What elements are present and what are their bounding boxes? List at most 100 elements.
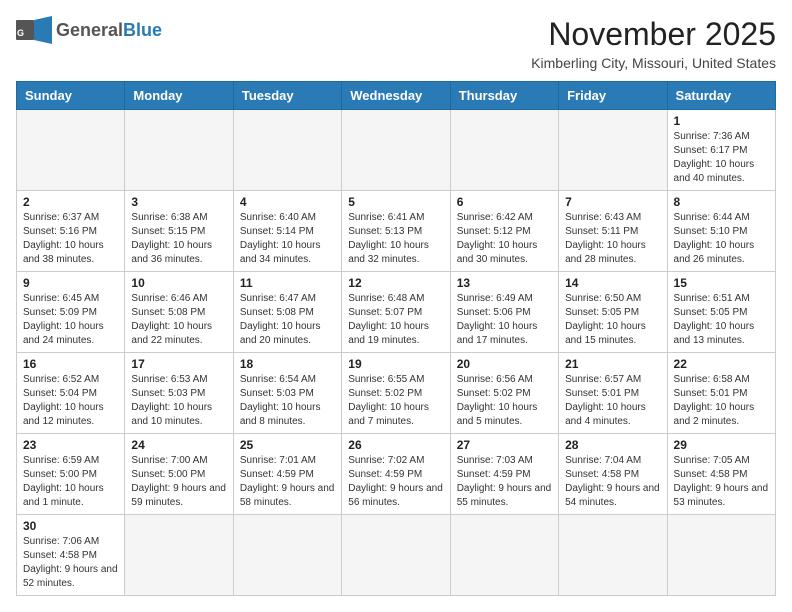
calendar-cell: 11Sunrise: 6:47 AM Sunset: 5:08 PM Dayli… [233,272,341,353]
calendar-week-4: 16 Sunrise: 6:52 AM Sunset: 5:04 PM Dayli… [17,353,776,434]
calendar-cell: 9Sunrise: 6:45 AM Sunset: 5:09 PM Daylig… [17,272,125,353]
weekday-header-wednesday: Wednesday [342,82,450,110]
calendar-cell [125,110,233,191]
logo-general: General [56,20,123,40]
calendar-cell [125,515,233,596]
logo-blue: Blue [123,20,162,40]
day-info: Sunrise: 6:41 AM Sunset: 5:13 PM Dayligh… [348,211,443,267]
calendar-cell: 15 Sunrise: 6:51 AM Sunset: 5:05 PM Dayli… [667,272,775,353]
day-number: 13 [457,276,552,290]
calendar-cell: 1Sunrise: 7:36 AM Sunset: 6:17 PM Daylig… [667,110,775,191]
calendar-cell: 12Sunrise: 6:48 AM Sunset: 5:07 PM Dayli… [342,272,450,353]
calendar-cell: 8 Sunrise: 6:44 AM Sunset: 5:10 PM Daylig… [667,191,775,272]
day-info: Sunrise: 7:05 AM Sunset: 4:58 PM Dayligh… [674,454,769,510]
calendar-cell: 2 Sunrise: 6:37 AM Sunset: 5:16 PM Daylig… [17,191,125,272]
calendar-cell: 20Sunrise: 6:56 AM Sunset: 5:02 PM Dayli… [450,353,558,434]
day-number: 25 [240,438,335,452]
day-number: 7 [565,195,660,209]
day-info: Sunrise: 6:54 AM Sunset: 5:03 PM Dayligh… [240,373,335,429]
day-number: 6 [457,195,552,209]
calendar-week-6: 30 Sunrise: 7:06 AM Sunset: 4:58 PM Dayli… [17,515,776,596]
weekday-header-friday: Friday [559,82,667,110]
calendar-week-3: 9Sunrise: 6:45 AM Sunset: 5:09 PM Daylig… [17,272,776,353]
calendar-cell: 19Sunrise: 6:55 AM Sunset: 5:02 PM Dayli… [342,353,450,434]
day-number: 26 [348,438,443,452]
day-info: Sunrise: 6:47 AM Sunset: 5:08 PM Dayligh… [240,292,335,348]
day-info: Sunrise: 7:01 AM Sunset: 4:59 PM Dayligh… [240,454,335,510]
calendar-cell: 29 Sunrise: 7:05 AM Sunset: 4:58 PM Dayli… [667,434,775,515]
day-number: 22 [674,357,769,371]
calendar-cell: 30 Sunrise: 7:06 AM Sunset: 4:58 PM Dayli… [17,515,125,596]
day-info: Sunrise: 6:38 AM Sunset: 5:15 PM Dayligh… [131,211,226,267]
day-info: Sunrise: 6:37 AM Sunset: 5:16 PM Dayligh… [23,211,118,267]
day-info: Sunrise: 6:51 AM Sunset: 5:05 PM Dayligh… [674,292,769,348]
day-number: 14 [565,276,660,290]
calendar-cell: 13Sunrise: 6:49 AM Sunset: 5:06 PM Dayli… [450,272,558,353]
day-info: Sunrise: 7:06 AM Sunset: 4:58 PM Dayligh… [23,535,118,591]
day-info: Sunrise: 6:58 AM Sunset: 5:01 PM Dayligh… [674,373,769,429]
calendar-cell: 6 Sunrise: 6:42 AM Sunset: 5:12 PM Daylig… [450,191,558,272]
weekday-header-saturday: Saturday [667,82,775,110]
calendar-cell: 7 Sunrise: 6:43 AM Sunset: 5:11 PM Daylig… [559,191,667,272]
logo-icon: G [16,16,52,44]
day-info: Sunrise: 6:40 AM Sunset: 5:14 PM Dayligh… [240,211,335,267]
day-info: Sunrise: 7:03 AM Sunset: 4:59 PM Dayligh… [457,454,552,510]
day-info: Sunrise: 6:55 AM Sunset: 5:02 PM Dayligh… [348,373,443,429]
calendar-cell: 4 Sunrise: 6:40 AM Sunset: 5:14 PM Daylig… [233,191,341,272]
day-number: 21 [565,357,660,371]
day-number: 20 [457,357,552,371]
day-number: 16 [23,357,118,371]
calendar-cell [559,515,667,596]
day-info: Sunrise: 6:44 AM Sunset: 5:10 PM Dayligh… [674,211,769,267]
day-number: 12 [348,276,443,290]
logo: G GeneralBlue [16,16,162,44]
day-number: 24 [131,438,226,452]
calendar-cell: 27Sunrise: 7:03 AM Sunset: 4:59 PM Dayli… [450,434,558,515]
calendar-table: SundayMondayTuesdayWednesdayThursdayFrid… [16,81,776,596]
weekday-header-thursday: Thursday [450,82,558,110]
calendar-cell: 17Sunrise: 6:53 AM Sunset: 5:03 PM Dayli… [125,353,233,434]
weekday-header-monday: Monday [125,82,233,110]
calendar-cell: 5 Sunrise: 6:41 AM Sunset: 5:13 PM Daylig… [342,191,450,272]
day-info: Sunrise: 7:02 AM Sunset: 4:59 PM Dayligh… [348,454,443,510]
calendar-cell [342,110,450,191]
day-number: 2 [23,195,118,209]
weekday-header-sunday: Sunday [17,82,125,110]
day-number: 8 [674,195,769,209]
calendar-cell: 26 Sunrise: 7:02 AM Sunset: 4:59 PM Dayli… [342,434,450,515]
day-info: Sunrise: 6:43 AM Sunset: 5:11 PM Dayligh… [565,211,660,267]
day-info: Sunrise: 6:57 AM Sunset: 5:01 PM Dayligh… [565,373,660,429]
logo-wordmark: GeneralBlue [56,20,162,41]
calendar-cell [559,110,667,191]
calendar-week-1: 1Sunrise: 7:36 AM Sunset: 6:17 PM Daylig… [17,110,776,191]
svg-text:G: G [17,28,24,38]
calendar-cell: 23Sunrise: 6:59 AM Sunset: 5:00 PM Dayli… [17,434,125,515]
calendar-cell: 28Sunrise: 7:04 AM Sunset: 4:58 PM Dayli… [559,434,667,515]
calendar-cell: 16 Sunrise: 6:52 AM Sunset: 5:04 PM Dayli… [17,353,125,434]
calendar-cell: 18Sunrise: 6:54 AM Sunset: 5:03 PM Dayli… [233,353,341,434]
day-info: Sunrise: 6:52 AM Sunset: 5:04 PM Dayligh… [23,373,118,429]
calendar-cell [667,515,775,596]
calendar-cell: 22 Sunrise: 6:58 AM Sunset: 5:01 PM Dayli… [667,353,775,434]
day-number: 5 [348,195,443,209]
day-info: Sunrise: 7:04 AM Sunset: 4:58 PM Dayligh… [565,454,660,510]
calendar-cell [450,515,558,596]
day-number: 30 [23,519,118,533]
page-header: G GeneralBlue November 2025 Kimberling C… [16,16,776,71]
calendar-cell: 24 Sunrise: 7:00 AM Sunset: 5:00 PM Dayli… [125,434,233,515]
calendar-cell: 25 Sunrise: 7:01 AM Sunset: 4:59 PM Dayli… [233,434,341,515]
calendar-cell [233,110,341,191]
day-number: 4 [240,195,335,209]
day-info: Sunrise: 7:00 AM Sunset: 5:00 PM Dayligh… [131,454,226,510]
day-info: Sunrise: 6:42 AM Sunset: 5:12 PM Dayligh… [457,211,552,267]
day-number: 15 [674,276,769,290]
day-info: Sunrise: 6:53 AM Sunset: 5:03 PM Dayligh… [131,373,226,429]
calendar-cell: 10Sunrise: 6:46 AM Sunset: 5:08 PM Dayli… [125,272,233,353]
day-number: 3 [131,195,226,209]
day-info: Sunrise: 6:59 AM Sunset: 5:00 PM Dayligh… [23,454,118,510]
location-title: Kimberling City, Missouri, United States [531,55,776,71]
calendar-cell: 3 Sunrise: 6:38 AM Sunset: 5:15 PM Daylig… [125,191,233,272]
calendar-cell: 14Sunrise: 6:50 AM Sunset: 5:05 PM Dayli… [559,272,667,353]
day-number: 29 [674,438,769,452]
day-info: Sunrise: 6:46 AM Sunset: 5:08 PM Dayligh… [131,292,226,348]
